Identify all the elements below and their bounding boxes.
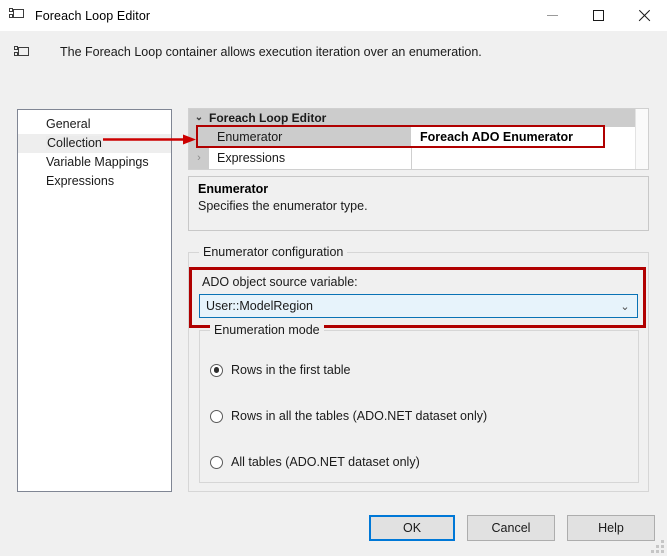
window-title: Foreach Loop Editor [35, 9, 150, 23]
radio-icon[interactable] [210, 410, 223, 423]
banner: The Foreach Loop container allows execut… [0, 31, 667, 93]
foreach-loop-icon [14, 45, 34, 65]
enumeration-mode-group: Enumeration mode Rows in the first table… [199, 330, 639, 483]
close-icon [637, 9, 651, 23]
maximize-icon [593, 10, 604, 21]
chevron-right-icon[interactable]: › [189, 148, 209, 169]
ado-object-source-variable-value: User::ModelRegion [200, 299, 613, 313]
sidebar-item-collection[interactable]: Collection [18, 134, 171, 153]
radio-label: All tables (ADO.NET dataset only) [231, 455, 420, 469]
minimize-button[interactable] [529, 0, 575, 31]
radio-icon[interactable] [210, 456, 223, 469]
cancel-button[interactable]: Cancel [467, 515, 555, 541]
maximize-button[interactable] [575, 0, 621, 31]
sidebar-item-general[interactable]: General [18, 115, 171, 134]
property-grid-group-header[interactable]: ⌄ Foreach Loop Editor [189, 109, 648, 127]
foreach-loop-icon [9, 7, 27, 25]
group-legend: Enumerator configuration [199, 245, 347, 259]
radio-rows-first-table[interactable]: Rows in the first table [210, 363, 351, 377]
radio-rows-all-tables[interactable]: Rows in all the tables (ADO.NET dataset … [210, 409, 487, 423]
sidebar-item-label: Collection [46, 136, 103, 150]
radio-all-tables[interactable]: All tables (ADO.NET dataset only) [210, 455, 420, 469]
minimize-icon [547, 15, 558, 16]
navigation-panel: General Collection Variable Mappings Exp… [17, 109, 172, 492]
sidebar-item-expressions[interactable]: Expressions [18, 172, 171, 191]
sidebar-item-label: Expressions [46, 174, 114, 188]
description-pane: Enumerator Specifies the enumerator type… [188, 176, 649, 231]
radio-icon[interactable] [210, 364, 223, 377]
help-button[interactable]: Help [567, 515, 655, 541]
group-legend: Enumeration mode [210, 323, 324, 337]
close-button[interactable] [621, 0, 667, 31]
property-grid-scrollbar[interactable] [635, 109, 648, 169]
sidebar-item-variable-mappings[interactable]: Variable Mappings [18, 153, 171, 172]
property-grid: ⌄ Foreach Loop Editor Enumerator Foreach… [188, 108, 649, 170]
sidebar-item-label: General [46, 117, 90, 131]
property-grid-group-label: Foreach Loop Editor [209, 111, 326, 125]
chevron-down-icon[interactable]: ⌄ [189, 109, 209, 127]
row-expander-placeholder [189, 127, 209, 148]
property-row-enumerator[interactable]: Enumerator Foreach ADO Enumerator [189, 127, 648, 148]
radio-label: Rows in all the tables (ADO.NET dataset … [231, 409, 487, 423]
description-title: Enumerator [198, 182, 639, 196]
resize-grip[interactable] [651, 540, 664, 553]
banner-description: The Foreach Loop container allows execut… [60, 45, 482, 59]
ok-button[interactable]: OK [369, 515, 455, 541]
ado-object-source-variable-select[interactable]: User::ModelRegion ⌄ [199, 294, 638, 318]
property-value[interactable] [412, 148, 648, 169]
property-name: Enumerator [209, 127, 412, 148]
sidebar-item-label: Variable Mappings [46, 155, 149, 169]
chevron-down-icon[interactable]: ⌄ [613, 300, 637, 313]
title-bar: Foreach Loop Editor [0, 0, 667, 31]
property-name: Expressions [209, 148, 412, 169]
ado-object-source-variable-label: ADO object source variable: [202, 275, 358, 289]
property-value[interactable]: Foreach ADO Enumerator [412, 127, 648, 148]
description-text: Specifies the enumerator type. [198, 199, 639, 213]
radio-label: Rows in the first table [231, 363, 351, 377]
property-row-expressions[interactable]: › Expressions [189, 148, 648, 169]
